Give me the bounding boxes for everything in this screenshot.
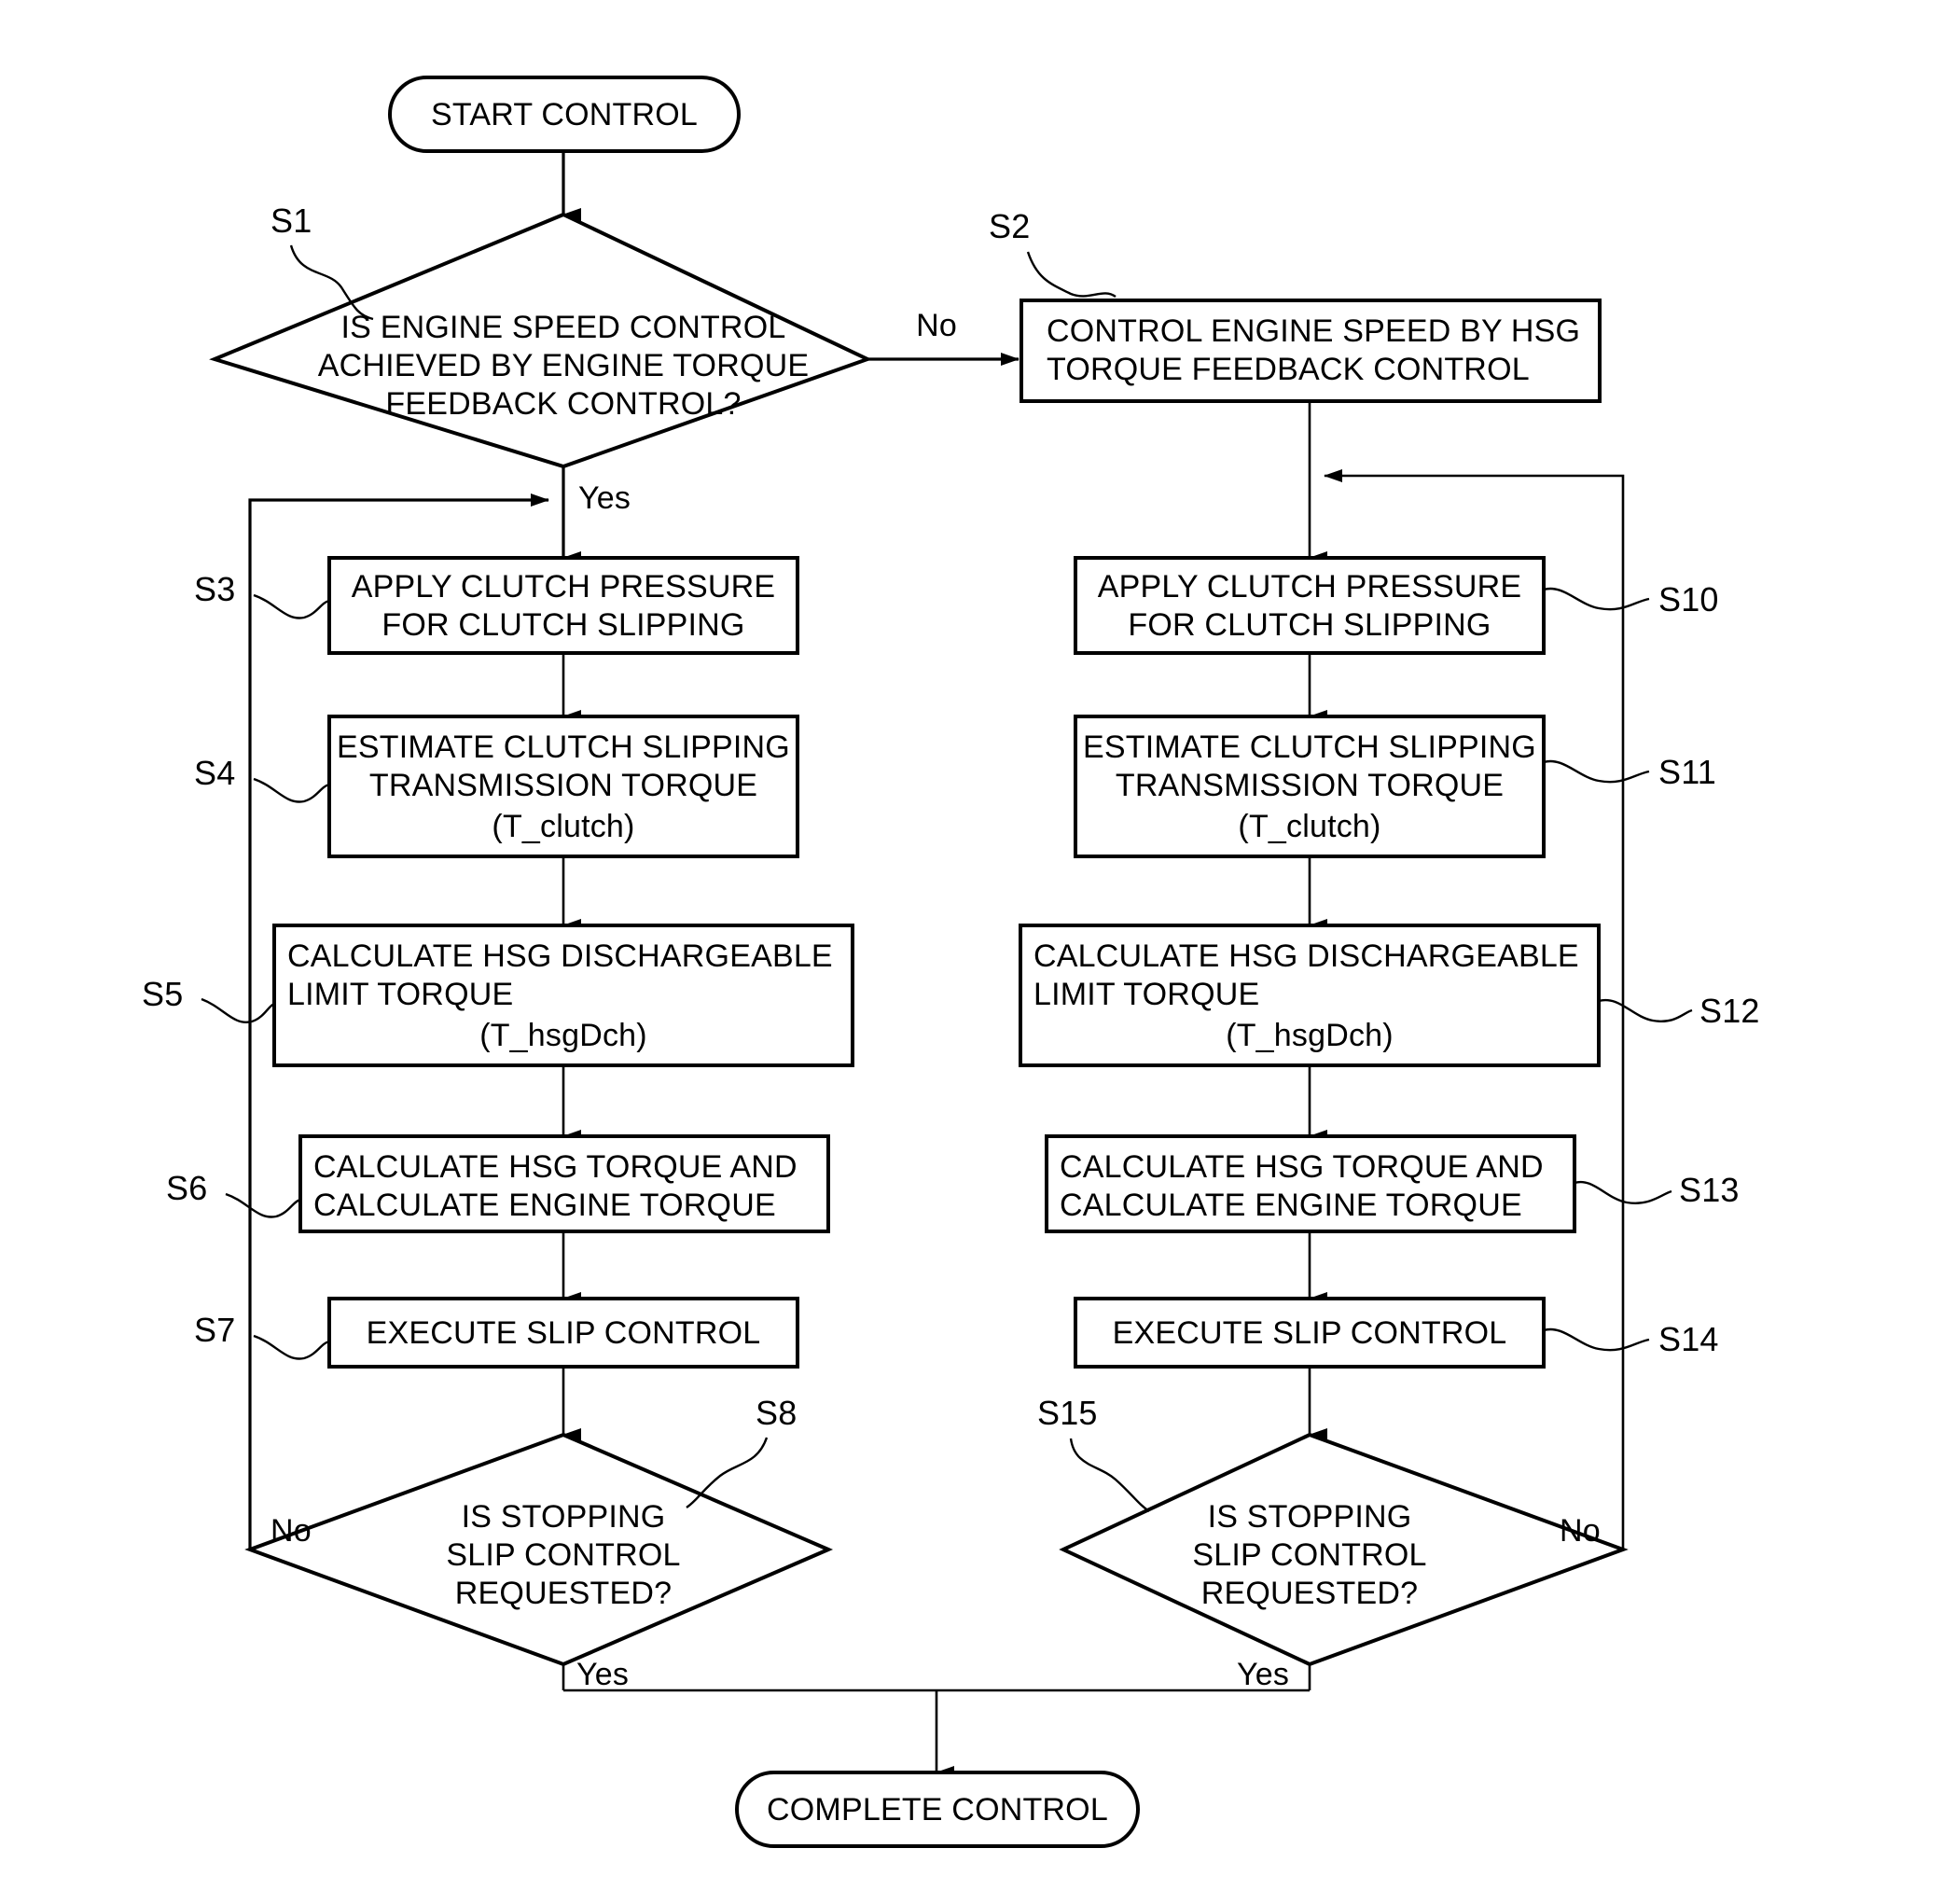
s8-step-tag: S8: [756, 1394, 797, 1432]
s5-line-1: CALCULATE HSG DISCHARGEABLE: [287, 938, 833, 974]
s15-line-2: SLIP CONTROL: [1192, 1537, 1426, 1573]
s2-tag-group: S2: [989, 207, 1117, 299]
s4-step-tag: S4: [194, 754, 235, 792]
s7-tag-group: S7: [194, 1311, 330, 1360]
s5-leader-line: [201, 997, 275, 1023]
s7-line-1: EXECUTE SLIP CONTROL: [367, 1315, 761, 1351]
flowchart-page: START CONTROL IS ENGINE SPEED CONTROL AC…: [0, 0, 1942, 1904]
node-s15: IS STOPPING SLIP CONTROL REQUESTED?: [1059, 1432, 1629, 1667]
node-complete-control: COMPLETE CONTROL: [735, 1771, 1140, 1848]
s12-line-1: CALCULATE HSG DISCHARGEABLE: [1033, 938, 1579, 974]
s11-line-3: (T_clutch): [1238, 809, 1380, 844]
s11-line-1: ESTIMATE CLUTCH SLIPPING: [1083, 730, 1536, 765]
s1-yes-label: Yes: [578, 480, 631, 516]
node-s5: CALCULATE HSG DISCHARGEABLE LIMIT TORQUE…: [272, 924, 854, 1067]
s3-tag-group: S3: [194, 570, 330, 619]
complete-control-label: COMPLETE CONTROL: [767, 1792, 1108, 1828]
s4-leader-line: [253, 777, 330, 803]
s13-tag-group: S13: [1574, 1171, 1740, 1209]
s13-step-tag: S13: [1679, 1171, 1740, 1209]
node-s4: ESTIMATE CLUTCH SLIPPING TRANSMISSION TO…: [327, 715, 799, 858]
node-s1: IS ENGINE SPEED CONTROL ACHIEVED BY ENGI…: [209, 212, 873, 469]
s10-tag-group: S10: [1543, 580, 1719, 618]
s3-line-2: FOR CLUTCH SLIPPING: [381, 607, 744, 643]
s6-line-2: CALCULATE ENGINE TORQUE: [313, 1188, 776, 1223]
s10-line-1: APPLY CLUTCH PRESSURE: [1098, 569, 1522, 605]
s12-line-2: LIMIT TORQUE: [1033, 977, 1259, 1012]
s11-line-2: TRANSMISSION TORQUE: [1116, 768, 1504, 803]
s2-step-tag: S2: [989, 207, 1030, 245]
s8-no-label: No: [270, 1513, 312, 1549]
s10-leader-line: [1543, 587, 1650, 611]
s10-line-2: FOR CLUTCH SLIPPING: [1128, 607, 1491, 643]
s13-line-1: CALCULATE HSG TORQUE AND: [1060, 1149, 1544, 1185]
s5-line-3: (T_hsgDch): [479, 1018, 647, 1053]
s8-tag-group: S8: [686, 1394, 797, 1508]
s12-step-tag: S12: [1699, 992, 1760, 1030]
s14-step-tag: S14: [1658, 1320, 1719, 1358]
s12-leader-line: [1598, 998, 1693, 1022]
s4-tag-group: S4: [194, 754, 330, 803]
s6-leader-line: [225, 1192, 301, 1218]
node-s12: CALCULATE HSG DISCHARGEABLE LIMIT TORQUE…: [1019, 924, 1601, 1067]
s3-step-tag: S3: [194, 570, 235, 608]
s8-line-3: REQUESTED?: [455, 1576, 673, 1611]
node-s13: CALCULATE HSG TORQUE AND CALCULATE ENGIN…: [1045, 1134, 1576, 1233]
flowchart-canvas: START CONTROL IS ENGINE SPEED CONTROL AC…: [142, 76, 1760, 1848]
s4-line-1: ESTIMATE CLUTCH SLIPPING: [337, 730, 790, 765]
s1-line-2: ACHIEVED BY ENGINE TORQUE: [318, 348, 809, 383]
node-s2: CONTROL ENGINE SPEED BY HSG TORQUE FEEDB…: [1020, 299, 1602, 403]
s1-step-tag: S1: [270, 202, 312, 240]
s11-leader-line: [1543, 759, 1650, 784]
s6-step-tag: S6: [166, 1169, 207, 1207]
s1-line-3: FEEDBACK CONTROL?: [385, 386, 741, 422]
s8-yes-label: Yes: [576, 1657, 629, 1692]
s10-step-tag: S10: [1658, 580, 1719, 618]
s11-step-tag: S11: [1658, 753, 1716, 791]
s1-no-label: No: [916, 308, 957, 343]
node-s14: EXECUTE SLIP CONTROL: [1074, 1297, 1546, 1369]
s15-line-1: IS STOPPING: [1208, 1499, 1412, 1535]
s5-line-2: LIMIT TORQUE: [287, 977, 513, 1012]
s3-leader-line: [253, 593, 330, 619]
node-s3: APPLY CLUTCH PRESSURE FOR CLUTCH SLIPPIN…: [327, 556, 799, 655]
s15-leader-line: [1069, 1438, 1150, 1512]
node-s11: ESTIMATE CLUTCH SLIPPING TRANSMISSION TO…: [1074, 715, 1546, 858]
start-control-label: START CONTROL: [431, 97, 698, 132]
s6-line-1: CALCULATE HSG TORQUE AND: [313, 1149, 798, 1185]
s6-tag-group: S6: [166, 1169, 301, 1218]
s12-line-3: (T_hsgDch): [1226, 1018, 1394, 1053]
s2-line-1: CONTROL ENGINE SPEED BY HSG: [1047, 313, 1580, 349]
s11-tag-group: S11: [1543, 753, 1716, 791]
s1-line-1: IS ENGINE SPEED CONTROL: [341, 310, 786, 345]
node-s7: EXECUTE SLIP CONTROL: [327, 1297, 799, 1369]
node-s10: APPLY CLUTCH PRESSURE FOR CLUTCH SLIPPIN…: [1074, 556, 1546, 655]
s3-line-1: APPLY CLUTCH PRESSURE: [352, 569, 776, 605]
s5-step-tag: S5: [142, 975, 183, 1013]
node-start-control: START CONTROL: [388, 76, 741, 153]
s15-tag-group: S15: [1037, 1394, 1150, 1512]
s15-line-3: REQUESTED?: [1201, 1576, 1419, 1611]
s4-line-3: (T_clutch): [492, 809, 634, 844]
s2-line-2: TORQUE FEEDBACK CONTROL: [1047, 352, 1530, 387]
s15-yes-label: Yes: [1237, 1657, 1289, 1692]
s8-line-2: SLIP CONTROL: [446, 1537, 680, 1573]
s15-step-tag: S15: [1037, 1394, 1098, 1432]
s5-tag-group: S5: [142, 975, 275, 1023]
s14-tag-group: S14: [1543, 1320, 1719, 1358]
s7-leader-line: [253, 1334, 330, 1360]
s14-line-1: EXECUTE SLIP CONTROL: [1113, 1315, 1507, 1351]
s2-leader-line: [1026, 251, 1117, 299]
s15-no-label: No: [1560, 1513, 1601, 1549]
s8-line-1: IS STOPPING: [462, 1499, 666, 1535]
s4-line-2: TRANSMISSION TORQUE: [369, 768, 757, 803]
node-s6: CALCULATE HSG TORQUE AND CALCULATE ENGIN…: [298, 1134, 830, 1233]
s7-step-tag: S7: [194, 1311, 235, 1349]
node-s8: IS STOPPING SLIP CONTROL REQUESTED?: [244, 1432, 834, 1667]
s14-leader-line: [1543, 1327, 1650, 1352]
s8-leader-line: [686, 1437, 769, 1508]
s13-line-2: CALCULATE ENGINE TORQUE: [1060, 1188, 1522, 1223]
